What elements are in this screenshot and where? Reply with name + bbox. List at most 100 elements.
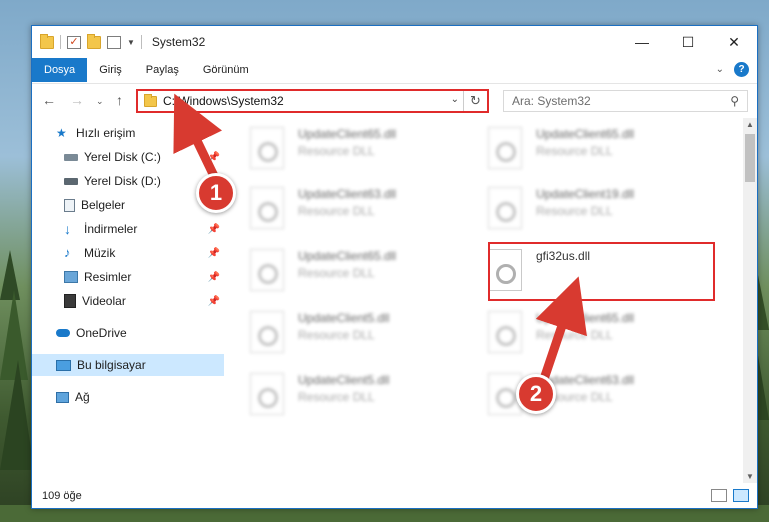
file-type: Resource DLL — [536, 144, 613, 158]
gear-icon — [258, 326, 278, 346]
tab-share[interactable]: Paylaş — [134, 58, 191, 82]
maximize-button[interactable]: ☐ — [665, 26, 711, 58]
pictures-icon — [64, 271, 78, 283]
pin-icon[interactable]: 📌 — [208, 248, 220, 259]
file-type: Resource DLL — [298, 328, 375, 342]
list-item[interactable]: UpdateClient65.dll Resource DLL — [466, 122, 686, 178]
sidebar-item-label: Videolar — [82, 294, 126, 308]
sidebar-item-music[interactable]: ♪ Müzik 📌 — [32, 242, 224, 264]
window-controls: — ☐ ✕ — [619, 26, 757, 58]
callout-badge-1: 1 — [196, 173, 236, 213]
gear-icon — [258, 264, 278, 284]
file-type: Resource DLL — [298, 144, 375, 158]
ribbon-tabs: Dosya Giriş Paylaş Görünüm ⌄ ? — [32, 58, 757, 82]
file-name: UpdateClient5.dll — [298, 311, 390, 325]
sidebar-item-quick-access[interactable]: ★ Hızlı erişim — [32, 122, 224, 144]
sidebar-item-label: Yerel Disk (C:) — [84, 150, 161, 164]
star-icon: ★ — [56, 126, 67, 140]
help-icon[interactable]: ? — [734, 62, 749, 77]
title-bar: ✓ ▼ System32 — ☐ ✕ — [32, 26, 757, 58]
sidebar-item-label: OneDrive — [76, 326, 127, 340]
network-icon — [56, 391, 69, 403]
file-type: Resource DLL — [536, 204, 613, 218]
callout-badge-2: 2 — [516, 374, 556, 414]
expand-ribbon-chevron-icon[interactable]: ⌄ — [716, 64, 724, 75]
scrollbar-thumb[interactable] — [745, 134, 755, 182]
checkbox-icon[interactable]: ✓ — [67, 35, 81, 49]
pin-icon[interactable]: 📌 — [208, 272, 220, 283]
file-type: Resource DLL — [298, 204, 375, 218]
pin-icon[interactable]: 📌 — [208, 152, 220, 163]
sidebar-item-label: Ağ — [75, 390, 90, 404]
list-item[interactable]: UpdateClient5.dll Resource DLL — [228, 306, 448, 362]
sidebar-item-local-disk-c[interactable]: Yerel Disk (C:) 📌 — [32, 146, 224, 168]
back-arrow-icon[interactable]: ← — [42, 92, 56, 108]
file-type: Resource DLL — [536, 328, 613, 342]
gear-icon — [496, 202, 516, 222]
gear-icon — [258, 142, 278, 162]
folder-icon[interactable] — [40, 33, 54, 49]
sidebar-item-downloads[interactable]: ↓ İndirmeler 📌 — [32, 218, 224, 240]
address-path[interactable]: C:\Windows\System32 — [163, 94, 284, 108]
properties-icon[interactable] — [107, 35, 121, 49]
large-icons-view-icon[interactable] — [733, 489, 749, 502]
gear-icon — [496, 326, 516, 346]
sidebar-item-label: Yerel Disk (D:) — [84, 174, 161, 188]
list-item[interactable]: UpdateClient65.dll Resource DLL — [228, 244, 448, 300]
sidebar-item-pictures[interactable]: Resimler 📌 — [32, 266, 224, 288]
tab-home[interactable]: Giriş — [87, 58, 134, 82]
tab-file[interactable]: Dosya — [32, 58, 88, 82]
search-box[interactable]: ⚲ — [503, 90, 748, 112]
up-arrow-icon[interactable]: ↑ — [116, 92, 123, 108]
sidebar-item-videos[interactable]: Videolar 📌 — [32, 290, 224, 312]
address-dropdown-chevron-icon[interactable]: ⌄ — [451, 94, 459, 105]
sidebar-item-label: Belgeler — [81, 198, 126, 212]
vertical-scrollbar[interactable]: ▲ ▼ — [743, 118, 757, 483]
search-input[interactable] — [512, 94, 712, 108]
list-item[interactable]: UpdateClient63.dll Resource DLL — [228, 182, 448, 238]
computer-icon — [56, 359, 71, 371]
customize-toolbar-chevron-icon[interactable]: ▼ — [127, 38, 135, 47]
file-type: Resource DLL — [298, 390, 375, 404]
sidebar-item-label: Resimler — [84, 270, 132, 284]
sidebar-item-this-pc[interactable]: Bu bilgisayar — [32, 354, 224, 376]
list-item[interactable]: UpdateClient63.dll Resource DLL — [466, 368, 686, 424]
navigation-pane: ★ Hızlı erişim Yerel Disk (C:) 📌 Yerel D… — [32, 122, 224, 482]
sidebar-item-documents[interactable]: Belgeler 📌 — [32, 194, 224, 216]
list-item[interactable]: UpdateClient19.dll Resource DLL — [466, 182, 686, 238]
sidebar-item-label: Hızlı erişim — [76, 126, 136, 140]
sidebar-item-network[interactable]: Ağ — [32, 386, 224, 408]
pin-icon[interactable]: 📌 — [208, 296, 220, 307]
file-name: UpdateClient65.dll — [536, 127, 635, 141]
list-item[interactable]: UpdateClient5.dll Resource DLL — [228, 368, 448, 424]
gear-icon — [496, 142, 516, 162]
file-explorer-window: ✓ ▼ System32 — ☐ ✕ Dosya Giriş Paylaş Gö… — [31, 25, 758, 509]
scroll-down-arrow-icon[interactable]: ▼ — [743, 472, 757, 481]
file-name: UpdateClient5.dll — [298, 373, 390, 387]
list-item[interactable]: UpdateClient65.dll Resource DLL — [228, 122, 448, 178]
search-icon[interactable]: ⚲ — [730, 94, 739, 108]
list-item[interactable]: UpdateClient65.dll Resource DLL — [466, 306, 686, 362]
scroll-up-arrow-icon[interactable]: ▲ — [743, 120, 757, 129]
sidebar-item-local-disk-d[interactable]: Yerel Disk (D:) — [32, 170, 224, 192]
recent-locations-chevron-icon[interactable]: ⌄ — [96, 96, 104, 107]
refresh-icon[interactable]: ↻ — [463, 91, 487, 111]
file-highlight-box — [488, 242, 715, 301]
new-folder-icon[interactable] — [87, 33, 101, 49]
file-name: UpdateClient65.dll — [536, 311, 635, 325]
sidebar-item-onedrive[interactable]: OneDrive — [32, 322, 224, 344]
minimize-button[interactable]: — — [619, 26, 665, 58]
documents-icon — [64, 198, 75, 212]
view-toggle — [711, 489, 749, 502]
close-button[interactable]: ✕ — [711, 26, 757, 58]
item-count: 109 öğe — [42, 490, 82, 502]
navigation-bar: ← → ⌄ ↑ C:\Windows\System32 ⌄ ↻ ⚲ — [32, 83, 757, 117]
forward-arrow-icon[interactable]: → — [70, 92, 84, 108]
address-bar[interactable]: C:\Windows\System32 ⌄ ↻ — [136, 89, 489, 113]
toolbar-separator — [60, 35, 61, 49]
pin-icon[interactable]: 📌 — [208, 224, 220, 235]
details-view-icon[interactable] — [711, 489, 727, 502]
gear-icon — [496, 388, 516, 408]
sidebar-item-label: Müzik — [84, 246, 116, 260]
tab-view[interactable]: Görünüm — [191, 58, 261, 82]
